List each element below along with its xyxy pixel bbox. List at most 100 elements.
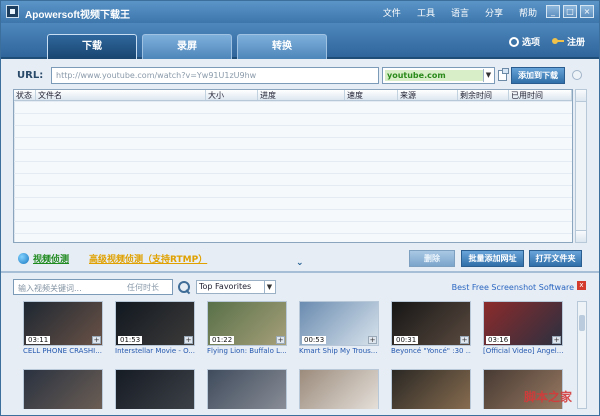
promo-link[interactable]: Best Free Screenshot Software bbox=[452, 283, 574, 292]
title-bar: Apowersoft视频下载王 文件 工具 语言 分享 帮助 _ □ × bbox=[1, 1, 599, 23]
video-card[interactable]: 03:11 + CELL PHONE CRASHI... bbox=[23, 301, 103, 356]
tab-convert[interactable]: 转换 bbox=[237, 34, 327, 59]
scrollbar-thumb[interactable] bbox=[579, 315, 585, 331]
add-icon[interactable]: + bbox=[184, 336, 193, 344]
add-icon[interactable]: + bbox=[460, 336, 469, 344]
action-bar: 视频侦测 高级视频侦测（支持RTMP） ⌄ 删除 批量添加网址 打开文件夹 bbox=[13, 247, 588, 268]
video-title[interactable]: Flying Lion: Buffalo L... bbox=[207, 346, 287, 356]
video-title[interactable]: [Official Video] Angel... bbox=[483, 346, 563, 356]
advanced-sniffer-link[interactable]: 高级视频侦测（支持RTMP） bbox=[89, 252, 207, 265]
video-thumbnail[interactable]: 01:22 + bbox=[207, 301, 287, 346]
video-card[interactable]: 03:16 + [Official Video] Angel... bbox=[483, 301, 563, 356]
video-card[interactable]: 01:53 + Interstellar Movie - O... bbox=[115, 301, 195, 356]
add-icon[interactable]: + bbox=[368, 336, 377, 344]
add-to-download-button[interactable]: 添加到下载 bbox=[511, 67, 565, 84]
category-select[interactable]: Top Favorites ▼ bbox=[196, 280, 276, 294]
delete-button[interactable]: 删除 bbox=[409, 250, 455, 267]
gear-icon bbox=[508, 36, 519, 47]
paste-icon[interactable] bbox=[498, 68, 509, 81]
menu-file[interactable]: 文件 bbox=[383, 6, 401, 19]
video-card[interactable]: 00:53 + Kmart Ship My Trous... bbox=[299, 301, 379, 356]
video-thumbnail[interactable] bbox=[23, 369, 103, 409]
download-table: 状态 文件名 大小 进度 速度 来源 剩余时间 已用时间 bbox=[13, 89, 573, 243]
tab-record[interactable]: 录屏 bbox=[142, 34, 232, 59]
column-source[interactable]: 来源 bbox=[398, 90, 458, 100]
download-panel: URL: http://www.youtube.com/watch?v=Yw91… bbox=[13, 63, 588, 271]
options-button[interactable]: 选项 bbox=[508, 35, 540, 48]
search-icon[interactable] bbox=[177, 280, 190, 293]
video-card[interactable]: 01:22 + Flying Lion: Buffalo L... bbox=[207, 301, 287, 356]
add-icon[interactable]: + bbox=[552, 336, 561, 344]
menu-tools[interactable]: 工具 bbox=[417, 6, 435, 19]
video-duration: 03:16 bbox=[486, 336, 511, 344]
minimize-button[interactable]: _ bbox=[546, 5, 560, 18]
video-title[interactable]: Interstellar Movie - O... bbox=[115, 346, 195, 356]
close-button[interactable]: × bbox=[580, 5, 594, 18]
duration-filter[interactable]: 任何时长 bbox=[127, 282, 159, 293]
expand-chevron-icon[interactable]: ⌄ bbox=[296, 258, 304, 268]
video-card[interactable] bbox=[23, 369, 103, 409]
menu-language[interactable]: 语言 bbox=[451, 6, 469, 19]
table-body[interactable] bbox=[14, 101, 572, 242]
video-card[interactable] bbox=[299, 369, 379, 409]
panel-separator bbox=[1, 271, 599, 273]
add-icon[interactable]: + bbox=[92, 336, 101, 344]
video-grid-scrollbar[interactable] bbox=[577, 301, 587, 409]
top-actions: 选项 注册 bbox=[508, 35, 585, 48]
window-controls: _ □ × bbox=[546, 5, 594, 18]
video-duration: 01:53 bbox=[118, 336, 143, 344]
add-icon[interactable]: + bbox=[276, 336, 285, 344]
video-thumbnail[interactable] bbox=[299, 369, 379, 409]
column-elapsed-time[interactable]: 已用时间 bbox=[509, 90, 572, 100]
chevron-down-icon: ▼ bbox=[483, 69, 493, 82]
video-thumbnail[interactable]: 00:31 + bbox=[391, 301, 471, 346]
watermark: 脚本之家 bbox=[523, 390, 572, 404]
video-thumbnail[interactable]: 00:53 + bbox=[299, 301, 379, 346]
video-card[interactable]: 00:31 + Beyoncé "Yoncé" :30 ... bbox=[391, 301, 471, 356]
batch-add-url-button[interactable]: 批量添加网址 bbox=[461, 250, 524, 267]
clear-icon[interactable] bbox=[572, 70, 582, 80]
menu-help[interactable]: 帮助 bbox=[519, 6, 537, 19]
video-browser: 输入视频关键词... 任何时长 Top Favorites ▼ Best Fre… bbox=[13, 279, 588, 409]
open-folder-button[interactable]: 打开文件夹 bbox=[529, 250, 582, 267]
column-status[interactable]: 状态 bbox=[14, 90, 36, 100]
close-icon[interactable]: x bbox=[577, 281, 586, 290]
video-duration: 00:31 bbox=[394, 336, 419, 344]
site-select[interactable]: youtube.com ▼ bbox=[382, 67, 495, 84]
video-title[interactable]: Kmart Ship My Trous... bbox=[299, 346, 379, 356]
video-sniffer-label: 视频侦测 bbox=[33, 255, 70, 265]
column-speed[interactable]: 速度 bbox=[345, 90, 398, 100]
url-row: URL: http://www.youtube.com/watch?v=Yw91… bbox=[13, 67, 588, 85]
video-duration: 03:11 bbox=[26, 336, 51, 344]
video-card[interactable] bbox=[115, 369, 195, 409]
column-progress[interactable]: 进度 bbox=[258, 90, 345, 100]
video-thumbnail[interactable] bbox=[207, 369, 287, 409]
video-thumbnail[interactable]: 03:11 + bbox=[23, 301, 103, 346]
video-thumbnail[interactable] bbox=[391, 369, 471, 409]
video-duration: 01:22 bbox=[210, 336, 235, 344]
column-size[interactable]: 大小 bbox=[206, 90, 258, 100]
video-title[interactable]: CELL PHONE CRASHI... bbox=[23, 346, 103, 356]
options-label: 选项 bbox=[521, 38, 540, 48]
table-scrollbar[interactable] bbox=[575, 89, 587, 243]
category-value: Top Favorites bbox=[199, 282, 252, 291]
video-title[interactable]: Beyoncé "Yoncé" :30 ... bbox=[391, 346, 471, 356]
column-remaining-time[interactable]: 剩余时间 bbox=[458, 90, 509, 100]
video-thumbnail[interactable] bbox=[115, 369, 195, 409]
url-input[interactable]: http://www.youtube.com/watch?v=Yw91U1zU9… bbox=[51, 67, 379, 84]
chevron-down-icon: ▼ bbox=[264, 281, 274, 293]
column-filename[interactable]: 文件名 bbox=[36, 90, 206, 100]
menu-share[interactable]: 分享 bbox=[485, 6, 503, 19]
video-card[interactable] bbox=[207, 369, 287, 409]
video-thumbnail[interactable]: 01:53 + bbox=[115, 301, 195, 346]
tab-download[interactable]: 下载 bbox=[47, 34, 137, 59]
sniffer-icon bbox=[18, 253, 29, 264]
video-sniffer-link[interactable]: 视频侦测 bbox=[18, 252, 69, 265]
register-button[interactable]: 注册 bbox=[551, 35, 585, 48]
video-card[interactable] bbox=[391, 369, 471, 409]
menu-bar: 文件 工具 语言 分享 帮助 bbox=[383, 6, 537, 19]
video-grid: 03:11 + CELL PHONE CRASHI... 01:53 + Int… bbox=[23, 301, 569, 409]
maximize-button[interactable]: □ bbox=[563, 5, 577, 18]
video-thumbnail[interactable]: 03:16 + bbox=[483, 301, 563, 346]
url-label: URL: bbox=[17, 70, 44, 81]
